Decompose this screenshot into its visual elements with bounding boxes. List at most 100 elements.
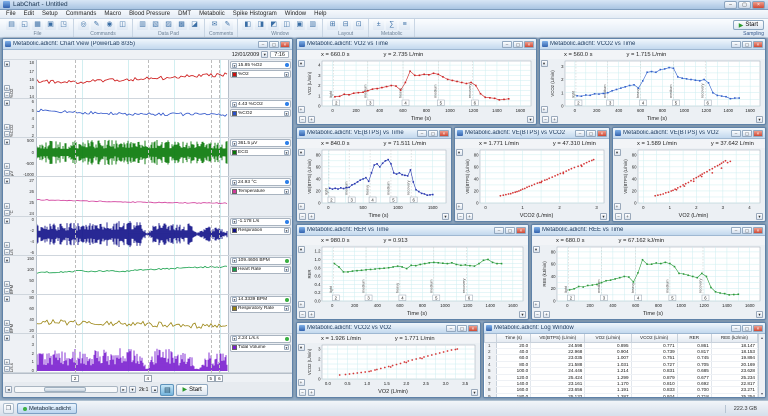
log-table[interactable]: Time (s)VE(BTPS) (L/min)VO2 (L/min)VCO2 … — [484, 334, 758, 397]
comments-list-icon[interactable]: ✉ — [209, 20, 220, 30]
y-axis-menu-button[interactable]: ▾ — [456, 149, 463, 156]
axis-zoom-in-button[interactable]: + — [4, 242, 10, 248]
x-axis-menu-button[interactable]: ▾ — [527, 116, 534, 123]
close-button[interactable]: × — [516, 227, 526, 234]
window-titlebar[interactable]: Metabolic.adicht: VE(BTPS) vs VO2‒▢× — [613, 128, 765, 139]
channel-dropdown-button[interactable]: ▾ — [284, 72, 289, 77]
zoom-out-button[interactable]: − — [615, 213, 622, 220]
add-comment-icon[interactable]: ✎ — [222, 20, 233, 30]
axis-zoom-in-button[interactable]: + — [4, 320, 10, 326]
plot-area[interactable]: 0.00.51.01.52.02.53.03.50123VCO2 (L/min) — [306, 343, 479, 387]
comment-marker[interactable]: 5 — [207, 375, 215, 382]
compression-up-button[interactable]: ▴ — [151, 386, 158, 393]
window-titlebar[interactable]: Metabolic.adicht: VCO2 vs Time‒▢× — [540, 39, 765, 50]
minimize-button[interactable]: ‒ — [502, 41, 512, 48]
plot-area[interactable]: 02004006008001000120014001600020406080RE… — [541, 245, 764, 309]
log-column-header[interactable]: RER — [677, 334, 711, 342]
open-folder-icon[interactable]: ◱ — [19, 20, 30, 30]
metabolic-report-icon[interactable]: ≡ — [399, 20, 410, 30]
axis-zoom-out-button[interactable]: ‒ — [4, 366, 10, 372]
comment-marker[interactable]: 2 — [71, 375, 79, 382]
datapad-settings-icon[interactable]: ◪ — [189, 20, 200, 30]
zoom-out-button[interactable]: − — [299, 311, 306, 318]
axis-zoom-out-button[interactable]: ‒ — [4, 288, 10, 294]
window-list-icon[interactable]: ❐ — [3, 403, 14, 414]
channel-name-box[interactable]: Heart Rate▾ — [230, 266, 291, 274]
layout-restore-icon[interactable]: ⊡ — [353, 20, 364, 30]
y-axis-menu-button[interactable]: ▾ — [533, 246, 540, 253]
channel-dropdown-button[interactable]: ▾ — [284, 306, 289, 311]
zoom-out-button[interactable]: − — [299, 116, 306, 123]
maximize-button[interactable]: ▢ — [742, 130, 752, 137]
zoom-out-button[interactable]: − — [299, 213, 306, 220]
y-axis-zoom-button[interactable]: + — [298, 203, 305, 210]
y-axis-menu-button[interactable]: ▾ — [541, 60, 548, 67]
value-menu-button[interactable]: ▾ — [232, 219, 237, 224]
log-column-header[interactable]: Time (s) — [497, 334, 531, 342]
axis-zoom-out-button[interactable]: ‒ — [4, 249, 10, 255]
channel-plot[interactable] — [37, 256, 228, 294]
new-file-icon[interactable]: ▤ — [6, 20, 17, 30]
y-axis-zoom-button[interactable]: + — [298, 301, 305, 308]
close-button[interactable]: × — [468, 325, 478, 332]
y-axis-zoom-button[interactable]: + — [541, 106, 548, 113]
maximize-button[interactable]: ▢ — [513, 41, 523, 48]
channel-info-icon[interactable] — [285, 141, 289, 145]
axis-zoom-in-button[interactable]: + — [4, 163, 10, 169]
menu-help[interactable]: Help — [310, 11, 330, 17]
x-axis-menu-button[interactable]: ▾ — [442, 213, 449, 220]
maximize-button[interactable]: ▢ — [269, 41, 279, 48]
channel-info-icon[interactable] — [285, 63, 289, 67]
taskbar-item-metabolic[interactable]: Metabolic.adicht — [17, 403, 77, 414]
app-maximize-button[interactable]: ▢ — [738, 1, 751, 9]
window-titlebar[interactable]: Metabolic.adicht: Log Window ‒▢× — [484, 323, 765, 334]
close-button[interactable]: × — [753, 325, 763, 332]
x-axis-menu-button[interactable]: ▾ — [471, 389, 478, 396]
close-button[interactable]: × — [280, 41, 290, 48]
log-column-header[interactable]: VCO2 (L/min) — [631, 334, 677, 342]
plot-area[interactable]: 0123020406080VE(BTPS) (L/min) — [464, 148, 608, 211]
close-button[interactable]: × — [753, 41, 763, 48]
maximize-button[interactable]: ▢ — [428, 130, 438, 137]
maximize-button[interactable]: ▢ — [586, 130, 596, 137]
plot-area[interactable]: 01234020406080VE(BTPS) (L/min) — [622, 148, 764, 211]
zoom-in-button[interactable]: + — [543, 311, 550, 318]
menu-setup[interactable]: Setup — [38, 11, 62, 17]
channel-info-icon[interactable] — [285, 180, 289, 184]
plot-area[interactable]: 020040060080010001200140016000.00.20.40.… — [306, 245, 527, 309]
channel-plot[interactable] — [37, 334, 228, 372]
y-axis-menu-button[interactable]: ▾ — [298, 149, 305, 156]
select-icon[interactable]: ◫ — [117, 20, 128, 30]
channel-dropdown-button[interactable]: ▾ — [284, 111, 289, 116]
tile-windows-icon[interactable]: ◧ — [242, 20, 253, 30]
zoom-out-button[interactable]: − — [542, 116, 549, 123]
channel-plot[interactable] — [37, 177, 228, 215]
layout-grid-icon[interactable]: ⊞ — [327, 20, 338, 30]
channel-dropdown-button[interactable]: ▾ — [284, 345, 289, 350]
metabolic-settings-icon[interactable]: ± — [373, 20, 384, 30]
y-axis-zoom-button[interactable]: + — [298, 106, 305, 113]
close-button[interactable]: × — [439, 130, 449, 137]
channel-name-box[interactable]: %O2▾ — [230, 70, 291, 78]
scroll-right-button[interactable]: ▸ — [120, 386, 127, 393]
axis-zoom-in-button[interactable]: + — [4, 85, 10, 91]
edit-icon[interactable]: ✎ — [91, 20, 102, 30]
plot-area[interactable]: 0200400600800100012001400160001234VO2 (L… — [306, 59, 535, 114]
zoom-in-button[interactable]: + — [308, 116, 315, 123]
minimize-button[interactable]: ‒ — [731, 227, 741, 234]
y-axis-zoom-button[interactable]: + — [533, 301, 540, 308]
value-menu-button[interactable]: ▾ — [232, 336, 237, 341]
plot-area[interactable]: 020040060080010001200140016000123VCO2 (L… — [549, 59, 764, 114]
axis-zoom-in-button[interactable]: + — [4, 124, 10, 130]
channel-name-box[interactable]: %CO2▾ — [230, 109, 291, 117]
layout-rows-icon[interactable]: ⊟ — [340, 20, 351, 30]
maximize-button[interactable]: ▢ — [742, 325, 752, 332]
x-axis-menu-button[interactable]: ▾ — [519, 311, 526, 318]
close-button[interactable]: × — [753, 227, 763, 234]
minimize-button[interactable]: ‒ — [258, 41, 268, 48]
minimize-button[interactable]: ‒ — [731, 325, 741, 332]
menu-metabolic[interactable]: Metabolic — [195, 11, 229, 17]
zoom-icon[interactable]: ◉ — [104, 20, 115, 30]
log-column-header[interactable]: REE (kJ/min) — [711, 334, 757, 342]
value-menu-button[interactable]: ▾ — [232, 258, 237, 263]
